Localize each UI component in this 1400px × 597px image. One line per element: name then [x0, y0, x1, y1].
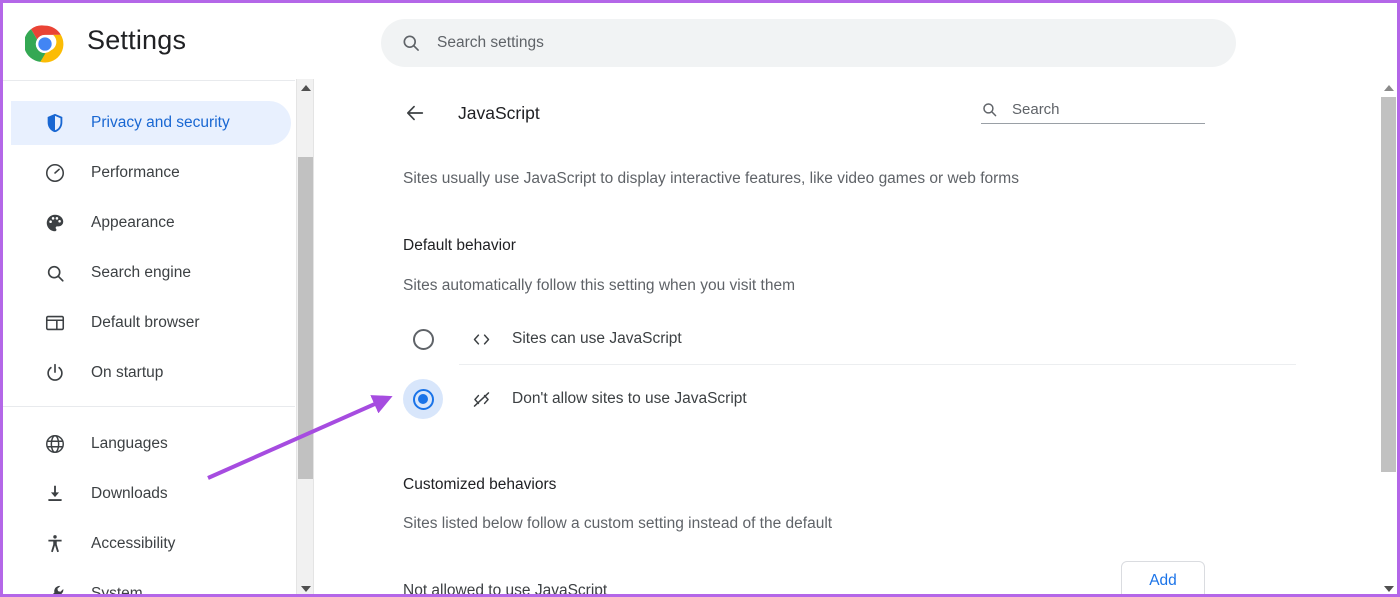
sidebar-scrollbar-thumb[interactable] [298, 157, 313, 479]
scroll-up-arrow-icon[interactable] [297, 79, 314, 96]
sidebar-top-edge [3, 80, 295, 81]
sidebar-item-label: Appearance [91, 214, 175, 231]
speedometer-icon [43, 161, 67, 185]
code-icon [470, 328, 492, 350]
sidebar-scrollbar[interactable] [296, 79, 314, 594]
app-header: Settings [3, 3, 1397, 79]
settings-window: Settings Search settings Privacy and sec… [0, 0, 1400, 597]
sidebar-item-accessibility[interactable]: Accessibility [11, 522, 291, 566]
wrench-icon [43, 582, 67, 594]
sidebar-item-label: System [91, 585, 143, 597]
option-row-divider [459, 364, 1296, 365]
sidebar-divider [3, 406, 295, 407]
globe-icon [43, 432, 67, 456]
sidebar-item-languages[interactable]: Languages [11, 422, 291, 466]
customized-behaviors-title: Customized behaviors [403, 476, 557, 493]
page-description: Sites usually use JavaScript to display … [403, 170, 1019, 187]
page-title: JavaScript [458, 102, 540, 123]
sidebar-item-label: Downloads [91, 485, 168, 502]
main-scrollbar-thumb[interactable] [1381, 97, 1396, 472]
sidebar-item-label: Default browser [91, 314, 200, 331]
scroll-down-arrow-icon[interactable] [297, 580, 314, 594]
sidebar-item-label: Performance [91, 164, 180, 181]
back-arrow-icon[interactable] [403, 101, 427, 125]
search-icon [401, 33, 421, 53]
accessibility-icon [43, 532, 67, 556]
palette-icon [43, 211, 67, 235]
sidebar-item-default-browser[interactable]: Default browser [11, 301, 291, 345]
main-scrollbar[interactable] [1380, 79, 1397, 594]
sidebar-item-appearance[interactable]: Appearance [11, 201, 291, 245]
download-icon [43, 482, 67, 506]
page-header: JavaScript [403, 101, 540, 125]
radio-button-unselected[interactable] [403, 319, 443, 359]
add-button[interactable]: Add [1121, 561, 1205, 594]
radio-option-dont-allow-sites-to-use-javascript[interactable]: Don't allow sites to use JavaScript [403, 375, 1296, 423]
search-icon [981, 101, 998, 118]
sidebar-item-label: Search engine [91, 264, 191, 281]
radio-option-label: Don't allow sites to use JavaScript [512, 390, 747, 407]
scroll-down-arrow-icon[interactable] [1380, 580, 1397, 594]
page-search-box[interactable] [981, 101, 1205, 124]
browser-window-icon [43, 311, 67, 335]
sidebar-item-label: On startup [91, 364, 164, 381]
shield-icon [43, 111, 67, 135]
settings-body: Privacy and security Performance Appeara… [3, 79, 1397, 597]
radio-option-sites-can-use-javascript[interactable]: Sites can use JavaScript [403, 315, 1296, 363]
customized-group-label: Not allowed to use JavaScript [403, 582, 608, 597]
search-icon [43, 261, 67, 285]
power-icon [43, 361, 67, 385]
scroll-up-arrow-icon[interactable] [1380, 79, 1397, 96]
default-behavior-title: Default behavior [403, 237, 516, 254]
sidebar-item-system[interactable]: System [11, 572, 291, 597]
radio-button-selected[interactable] [403, 379, 443, 419]
sidebar-item-search-engine[interactable]: Search engine [11, 251, 291, 295]
global-search-input[interactable] [437, 34, 1137, 52]
sidebar-item-downloads[interactable]: Downloads [11, 472, 291, 516]
page-search-input[interactable] [1012, 101, 1192, 118]
settings-sidebar: Privacy and security Performance Appeara… [3, 79, 295, 597]
chrome-logo [23, 24, 65, 64]
customized-behaviors-subtitle: Sites listed below follow a custom setti… [403, 515, 833, 532]
sidebar-item-privacy-and-security[interactable]: Privacy and security [11, 101, 291, 145]
radio-option-label: Sites can use JavaScript [512, 330, 682, 347]
sidebar-item-on-startup[interactable]: On startup [11, 351, 291, 395]
sidebar-item-label: Languages [91, 435, 168, 452]
main-content: JavaScript Sites usually use JavaScript … [314, 79, 1380, 597]
app-title: Settings [87, 25, 187, 55]
sidebar-item-performance[interactable]: Performance [11, 151, 291, 195]
code-off-icon [470, 388, 492, 410]
global-search-box[interactable] [381, 19, 1236, 67]
default-behavior-subtitle: Sites automatically follow this setting … [403, 277, 795, 294]
sidebar-item-label: Privacy and security [91, 114, 230, 131]
sidebar-item-label: Accessibility [91, 535, 176, 552]
